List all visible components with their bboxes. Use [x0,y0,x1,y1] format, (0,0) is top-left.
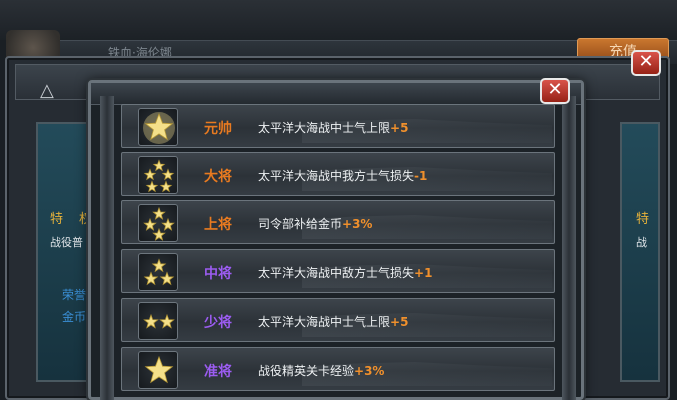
background-top [0,0,677,40]
rank-privilege-text: 战役精英关卡经验+3% [258,362,384,379]
rank-popup-close-button[interactable]: ✕ [540,78,570,104]
rank-privilege-text: 太平洋大海战中士气上限+5 [258,313,408,330]
rank-privilege-label: 太平洋大海战中士气上限 [258,121,391,135]
rank-privilege-label: 太平洋大海战中敌方士气损失 [258,266,415,280]
popup-right-rail [562,96,576,400]
rank-row: 大将 太平洋大海战中我方士气损失-1 [121,152,555,196]
rank-bonus-value: +5 [390,121,409,135]
rank-privilege-text: 太平洋大海战中敌方士气损失+1 [258,264,432,281]
rank-bonus-value: +3% [354,364,385,378]
rank-bonus-value: +5 [390,315,409,329]
rank-row: 少将 太平洋大海战中士气上限+5 [121,298,555,342]
privilege-window-close-button[interactable]: ✕ [631,50,661,76]
rank-name: 大将 [204,169,232,185]
rank-row: 中将 太平洋大海战中敌方士气损失+1 [121,249,555,293]
rank-row: 上将 司令部补给金币+3% [121,200,555,244]
collapse-triangle-icon[interactable]: △ [40,80,54,101]
rank-privilege-label: 太平洋大海战中我方士气损失 [258,169,415,183]
rank-privilege-label: 战役精英关卡经验 [258,364,355,378]
rank-name: 少将 [204,315,232,331]
rank-privilege-text: 司令部补给金币+3% [258,215,372,232]
right-privilege-panel [620,122,660,382]
rank-bonus-value: +1 [414,266,433,280]
rank-star-icon [138,253,178,291]
rank-star-icon [138,156,178,194]
left-panel-line3: 金币 [62,310,87,324]
rank-row: 元帅 太平洋大海战中士气上限+5 [121,104,555,148]
rank-privilege-text: 太平洋大海战中士气上限+5 [258,119,408,136]
rank-name: 中将 [204,266,232,282]
rank-star-icon [138,302,178,340]
rank-bonus-value: +3% [342,217,373,231]
rank-privilege-text: 太平洋大海战中我方士气损失-1 [258,167,427,184]
right-panel-line1: 战 [636,236,647,249]
rank-star-icon [138,204,178,242]
popup-left-rail [100,96,114,400]
left-panel-line2: 荣誉 [62,288,87,302]
rank-name: 准将 [204,364,232,380]
left-privilege-panel [36,122,94,382]
rank-name: 上将 [204,217,232,233]
left-panel-line1: 战役普 [50,236,83,249]
rank-row: 准将 战役精英关卡经验+3% [121,347,555,391]
rank-star-icon [138,351,178,389]
rank-bonus-value: -1 [414,169,428,183]
rank-privilege-label: 太平洋大海战中士气上限 [258,315,391,329]
rank-name: 元帅 [204,121,232,137]
rank-privilege-label: 司令部补给金币 [258,217,343,231]
rank-star-icon [138,108,178,146]
rank-popup-titlebar [91,83,581,105]
right-panel-title: 特 [636,212,650,227]
